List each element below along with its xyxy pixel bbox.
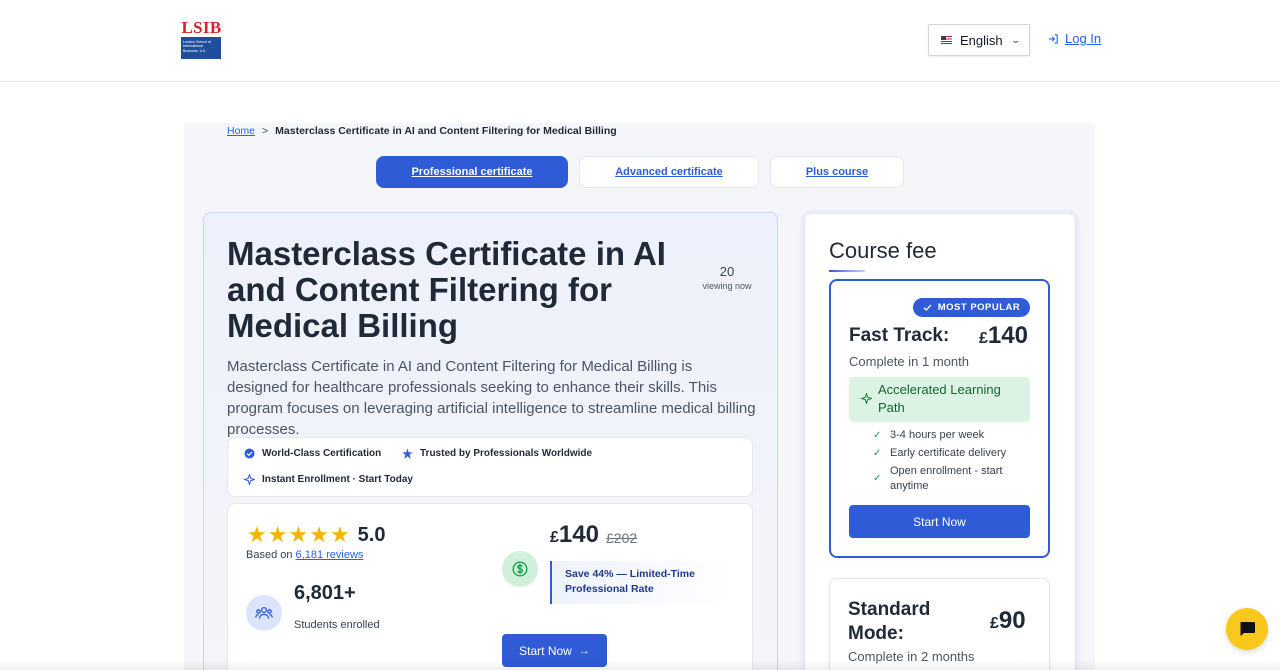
viewing-label: viewing now xyxy=(702,281,752,291)
features-box: World-Class Certification ★ Trusted by P… xyxy=(227,437,753,497)
login-icon xyxy=(1048,33,1058,44)
standard-name-line-1: Standard xyxy=(848,599,931,620)
breadcrumb: Home > Masterclass Certificate in AI and… xyxy=(227,125,617,137)
savings-line-2: Professional Rate xyxy=(565,583,654,595)
feature-label: Instant Enrollment · Start Today xyxy=(262,474,413,485)
reviews-summary: Based on 6,181 reviews xyxy=(246,549,363,561)
benefit-label: Open enrollment - start anytime xyxy=(890,465,1003,492)
based-on-label: Based on xyxy=(246,549,293,561)
breadcrumb-current: Masterclass Certificate in AI and Conten… xyxy=(275,125,617,137)
list-item: ✓ Open enrollment - start anytime xyxy=(873,464,1033,494)
site-header: LSIB London School of International Busi… xyxy=(0,0,1280,82)
benefit-label: Early certificate delivery xyxy=(890,447,1007,459)
arrow-right-icon: → xyxy=(578,644,590,657)
reviews-link[interactable]: 6,181 reviews xyxy=(296,549,364,561)
rating-value: 5.0 xyxy=(357,523,386,546)
badge-check-icon xyxy=(244,448,255,459)
start-now-label: Start Now xyxy=(519,643,572,658)
viewing-now-indicator: 20 viewing now xyxy=(698,264,756,291)
course-description: Masterclass Certificate in AI and Conten… xyxy=(227,358,756,438)
fast-track-name: Fast Track: xyxy=(849,325,950,346)
standard-name-line-2: Mode: xyxy=(848,623,904,644)
sparkle-icon xyxy=(859,391,874,407)
login-link[interactable]: Log In xyxy=(1048,31,1101,46)
price-value: 140 xyxy=(558,521,599,548)
check-icon: ✓ xyxy=(873,430,882,441)
chat-icon xyxy=(1239,622,1255,636)
star-icon: ★ xyxy=(247,522,267,547)
fast-track-price: £140 xyxy=(979,322,1028,350)
lightning-icon xyxy=(244,474,255,485)
check-icon: ✓ xyxy=(873,473,882,484)
star-icon: ★ xyxy=(309,522,329,547)
course-fee-title: Course fee xyxy=(829,238,937,263)
star-icon: ★ xyxy=(402,446,413,461)
course-title: Masterclass Certificate in AI and Conten… xyxy=(227,235,666,344)
logo-subtext: London School of International Business,… xyxy=(181,37,221,59)
currency-symbol: £ xyxy=(550,529,559,546)
rating-stars: ★ ★ ★ ★ ★ 5.0 xyxy=(247,522,385,548)
students-icon xyxy=(246,595,282,631)
savings-callout: Save 44% — Limited-Time Professional Rat… xyxy=(550,561,728,604)
students-label: Students enrolled xyxy=(294,619,380,631)
accelerated-path-label: Accelerated Learning Path xyxy=(878,382,1001,415)
star-icon: ★ xyxy=(267,522,288,547)
viewing-count: 20 xyxy=(719,264,735,279)
students-count: 6,801+ xyxy=(294,582,356,604)
lsib-logo[interactable]: LSIB London School of International Busi… xyxy=(181,18,222,61)
list-item: ✓ Early certificate delivery xyxy=(873,446,1033,461)
chat-button[interactable] xyxy=(1226,608,1268,650)
most-popular-badge: MOST POPULAR xyxy=(913,298,1030,317)
dollar-icon xyxy=(502,551,538,587)
savings-line-1: Save 44% — Limited-Time xyxy=(565,568,695,580)
login-label: Log In xyxy=(1065,31,1102,46)
breadcrumb-separator: > xyxy=(262,125,269,137)
most-popular-label: MOST POPULAR xyxy=(937,302,1021,313)
original-price: £202 xyxy=(606,530,638,546)
check-icon: ✓ xyxy=(873,448,882,459)
currency-symbol: £ xyxy=(990,615,999,632)
fast-track-duration: Complete in 1 month xyxy=(849,354,969,369)
price-value: 140 xyxy=(987,322,1028,349)
check-icon xyxy=(923,304,932,311)
bottom-fade xyxy=(0,660,1280,670)
feature-enrollment: Instant Enrollment · Start Today xyxy=(244,474,413,485)
tab-plus-course[interactable]: Plus course xyxy=(770,156,904,188)
benefit-label: 3-4 hours per week xyxy=(890,429,985,441)
feature-certification: World-Class Certification xyxy=(244,448,381,459)
star-icon: ★ xyxy=(329,522,350,547)
star-icon: ★ xyxy=(288,522,309,547)
fast-track-start-now-button[interactable]: Start Now xyxy=(849,505,1030,538)
fast-track-benefits: ✓ 3-4 hours per week ✓ Early certificate d… xyxy=(873,428,1033,497)
tab-advanced-certificate[interactable]: Advanced certificate xyxy=(579,156,759,188)
price-value: 90 xyxy=(998,607,1026,634)
current-price: £140 xyxy=(550,521,599,549)
language-label: English xyxy=(960,32,1003,48)
feature-label: Trusted by Professionals Worldwide xyxy=(420,448,593,459)
us-flag-icon xyxy=(941,36,952,44)
standard-mode-name: Standard Mode: xyxy=(848,598,930,646)
breadcrumb-home-link[interactable]: Home xyxy=(227,125,255,137)
chevron-down-icon: ⌄ xyxy=(1010,34,1021,45)
standard-mode-price: £90 xyxy=(990,607,1026,635)
currency-symbol: £ xyxy=(979,330,988,347)
language-select[interactable]: English ⌄ xyxy=(928,24,1030,56)
list-item: ✓ 3-4 hours per week xyxy=(873,428,1033,443)
tab-professional-certificate[interactable]: Professional certificate xyxy=(376,156,568,188)
title-underline xyxy=(829,270,865,272)
logo-text: LSIB xyxy=(181,18,222,37)
feature-trusted: ★ Trusted by Professionals Worldwide xyxy=(402,446,593,461)
feature-label: World-Class Certification xyxy=(262,448,382,459)
